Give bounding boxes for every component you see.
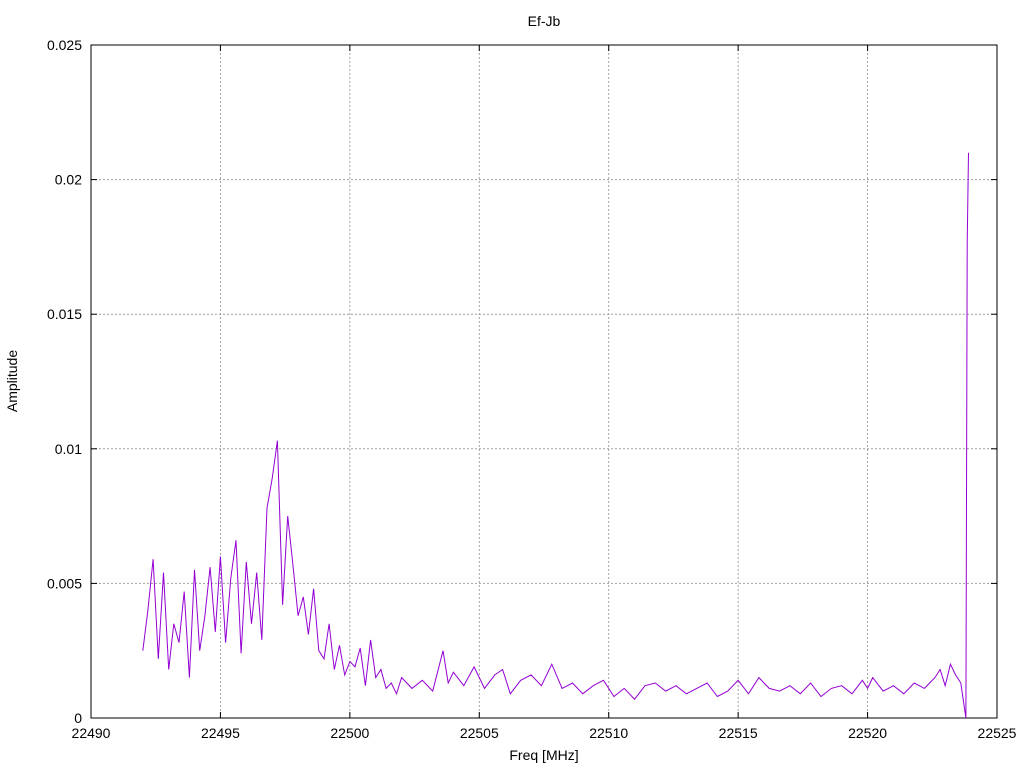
x-tick-label: 22505 — [460, 725, 499, 741]
x-tick-label: 22500 — [330, 725, 369, 741]
x-tick-label: 22495 — [201, 725, 240, 741]
spectrum-chart: 22490 22495 22500 22505 22510 22515 22520 22525… — [4, 13, 1017, 763]
x-tick-label: 22510 — [589, 725, 628, 741]
series-line — [142, 152, 969, 719]
x-tick-label: 22515 — [719, 725, 758, 741]
y-tick-label: 0.005 — [47, 575, 82, 591]
y-axis-label: Amplitude — [4, 350, 20, 412]
x-tick-label: 22490 — [72, 725, 111, 741]
plot-frame — [90, 44, 998, 719]
grid-lines — [91, 45, 997, 718]
y-tick-label: 0.02 — [55, 172, 82, 188]
chart-title: Ef-Jb — [528, 13, 561, 29]
y-tick-label: 0.025 — [47, 37, 82, 53]
x-tick-label: 22520 — [848, 725, 887, 741]
y-tick-label: 0.01 — [55, 441, 82, 457]
x-tick-label: 22525 — [978, 725, 1017, 741]
axis-ticks: 22490 22495 22500 22505 22510 22515 22520 22525… — [47, 37, 1017, 741]
y-tick-label: 0.015 — [47, 306, 82, 322]
x-axis-label: Freq [MHz] — [509, 747, 578, 763]
y-tick-label: 0 — [74, 710, 82, 726]
